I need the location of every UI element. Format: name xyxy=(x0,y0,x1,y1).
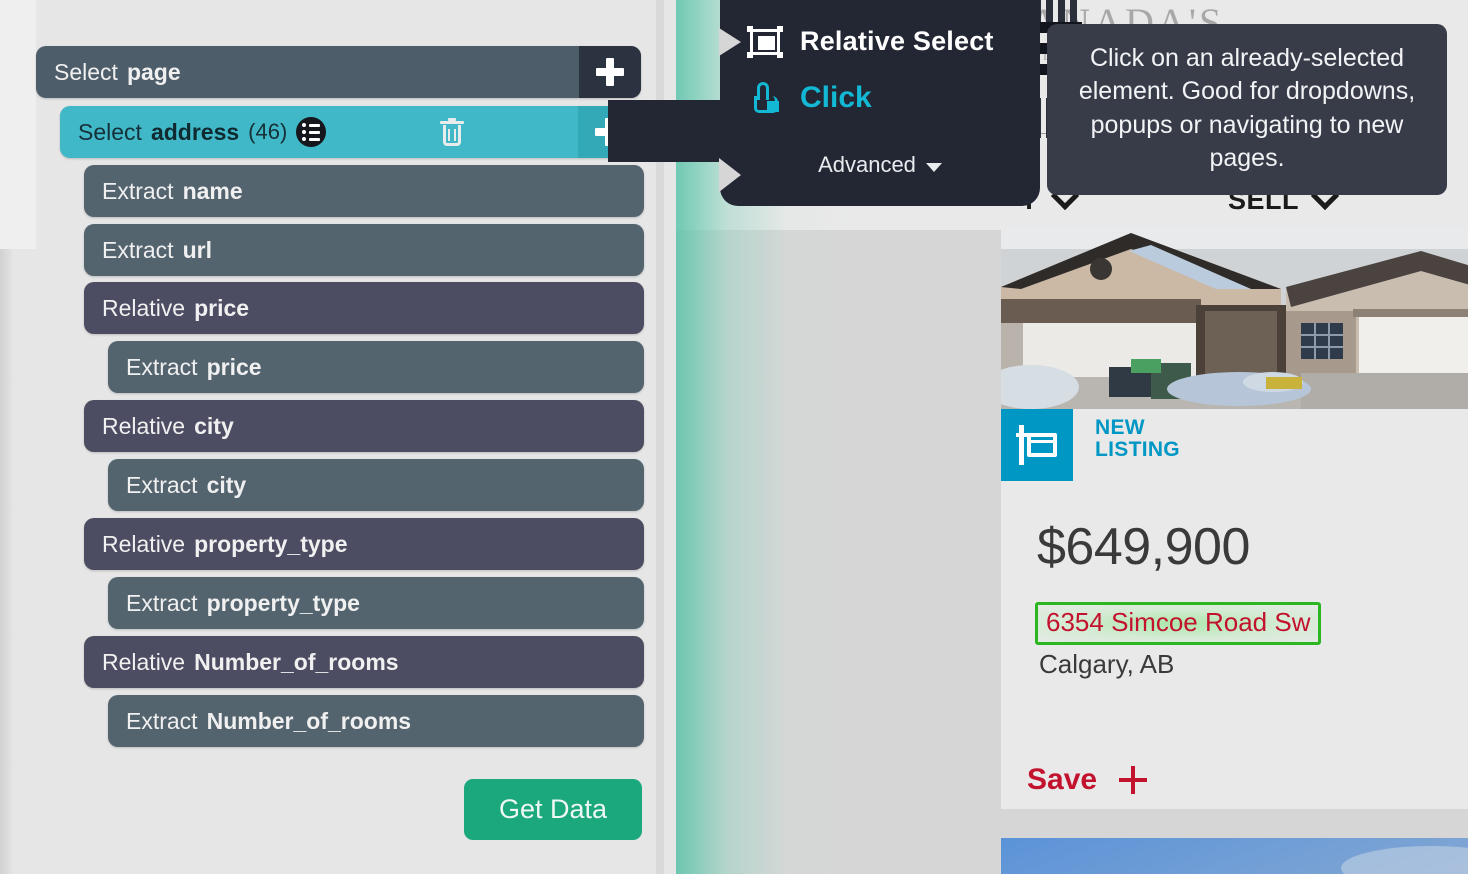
selector-row-label: Relative price xyxy=(84,295,249,322)
selector-row-field: price xyxy=(194,294,250,321)
selector-row-field: property_type xyxy=(194,530,348,557)
selector-row-field: address xyxy=(150,118,240,145)
sidebar-top-notch xyxy=(0,0,36,249)
delete-selector-button[interactable] xyxy=(426,106,478,158)
selector-row-field: url xyxy=(182,236,212,263)
selector-row-select-address[interactable]: Select address (46) xyxy=(60,106,640,158)
popup-click-action[interactable]: Click xyxy=(720,57,1040,115)
selector-row-label: Extract url xyxy=(84,237,212,264)
listing-city: Calgary, AB xyxy=(1039,649,1175,679)
selector-row-extract-Number_of_rooms[interactable]: Extract Number_of_rooms xyxy=(108,695,644,747)
relative-select-popup: Relative Select Click Advanced xyxy=(720,0,1040,206)
selector-row-verb: Extract xyxy=(126,471,198,498)
add-selector-button[interactable] xyxy=(579,46,641,98)
plus-icon xyxy=(596,58,624,86)
selector-row-label: Extract city xyxy=(108,472,246,499)
selector-row-verb: Relative xyxy=(102,294,186,321)
listing-price: $649,900 xyxy=(1037,518,1250,576)
popup-advanced-toggle[interactable]: Advanced xyxy=(720,152,1040,178)
popup-advanced-label: Advanced xyxy=(818,152,916,177)
selector-row-select-page[interactable]: Select page xyxy=(36,46,641,98)
save-listing-button[interactable]: Save xyxy=(1027,763,1148,797)
tooltip: Click on an already-selected element. Go… xyxy=(1047,24,1447,195)
selector-row-field: Number_of_rooms xyxy=(206,707,412,734)
selector-row-extract-property_type[interactable]: Extract property_type xyxy=(108,577,644,629)
listing-card[interactable]: NEW LISTING Hous $649,900 6354 Simcoe Ro… xyxy=(1001,227,1468,809)
selector-row-label: Extract Number_of_rooms xyxy=(108,708,411,735)
selector-row-verb: Relative xyxy=(102,648,186,675)
listing-address-wrap: 6354 Simcoe Road Sw xyxy=(1035,602,1322,645)
plus-icon xyxy=(1119,766,1148,794)
listing-address-highlighted[interactable]: 6354 Simcoe Road Sw xyxy=(1035,602,1322,645)
selector-row-verb: Relative xyxy=(102,412,186,439)
selector-row-label: Extract price xyxy=(108,354,262,381)
selector-row-extract-name[interactable]: Extract name xyxy=(84,165,644,217)
selector-row-verb: Extract xyxy=(102,236,174,263)
relative-select-icon xyxy=(747,25,783,58)
get-data-button[interactable]: Get Data xyxy=(464,779,642,840)
selector-row-verb: Extract xyxy=(102,177,174,204)
selector-row-verb: Select xyxy=(78,118,142,145)
selector-row-field: price xyxy=(206,353,262,380)
selector-row-verb: Relative xyxy=(102,530,186,557)
for-sale-sign-icon-box xyxy=(1001,409,1073,481)
selector-row-verb: Extract xyxy=(126,353,198,380)
for-sale-sign-icon xyxy=(1016,425,1058,465)
screenshot-root: CANADA'S REAL ESTATE COMPANY 🍁 Y xyxy=(0,0,1468,874)
selector-row-extract-url[interactable]: Extract url xyxy=(84,224,644,276)
listing-badge: NEW LISTING xyxy=(1095,416,1180,462)
selector-row-extract-city[interactable]: Extract city xyxy=(108,459,644,511)
selector-row-label: Select address (46) xyxy=(60,117,327,147)
save-listing-label: Save xyxy=(1027,763,1098,796)
selector-row-field: city xyxy=(194,412,234,439)
listing-card-next[interactable] xyxy=(1001,838,1468,874)
selector-row-label: Extract property_type xyxy=(108,590,360,617)
selector-row-label: Extract name xyxy=(84,178,243,205)
selector-row-relative-price[interactable]: Relative price xyxy=(84,282,644,334)
selector-row-field: page xyxy=(126,58,181,85)
selector-row-verb: Extract xyxy=(126,589,198,616)
selector-row-label: Select page xyxy=(36,59,181,86)
selector-row-relative-city[interactable]: Relative city xyxy=(84,400,644,452)
selector-row-field: city xyxy=(206,471,247,498)
pointing-hand-icon xyxy=(752,82,782,114)
trash-icon xyxy=(440,118,465,146)
listing-photo[interactable] xyxy=(1001,227,1468,409)
house-photo-illustration xyxy=(1001,227,1468,409)
listing-photo-next[interactable] xyxy=(1001,838,1468,874)
selector-row-relative-property_type[interactable]: Relative property_type xyxy=(84,518,644,570)
sidebar-left-rail xyxy=(0,249,14,874)
selector-row-relative-Number_of_rooms[interactable]: Relative Number_of_rooms xyxy=(84,636,644,688)
popup-click-label: Click xyxy=(800,81,872,114)
card-gap xyxy=(1001,809,1468,838)
selector-row-verb: Extract xyxy=(126,707,198,734)
listing-badge-line1: NEW xyxy=(1095,416,1145,439)
popup-tail xyxy=(608,100,738,162)
popup-title: Relative Select xyxy=(800,26,994,56)
popup-title-row: Relative Select xyxy=(720,0,1040,58)
listing-tag-row: NEW LISTING xyxy=(1001,409,1468,481)
scraper-sidebar: Select page Select address (46) Extract name Ex… xyxy=(0,0,676,874)
selector-row-field: Number_of_rooms xyxy=(194,648,399,675)
selector-row-field: property_type xyxy=(206,589,360,616)
list-view-icon[interactable] xyxy=(296,117,327,147)
selector-row-label: Relative property_type xyxy=(84,531,347,558)
selector-row-label: Relative city xyxy=(84,413,234,440)
sky-photo-illustration xyxy=(1001,838,1468,874)
chevron-down-icon xyxy=(925,162,942,172)
selector-row-field: name xyxy=(182,177,243,204)
listing-badge-line2: LISTING xyxy=(1095,438,1180,462)
selector-row-verb: Select xyxy=(54,58,118,85)
selector-row-label: Relative Number_of_rooms xyxy=(84,649,399,676)
selector-row-count: (46) xyxy=(248,119,288,144)
selector-row-extract-price[interactable]: Extract price xyxy=(108,341,644,393)
